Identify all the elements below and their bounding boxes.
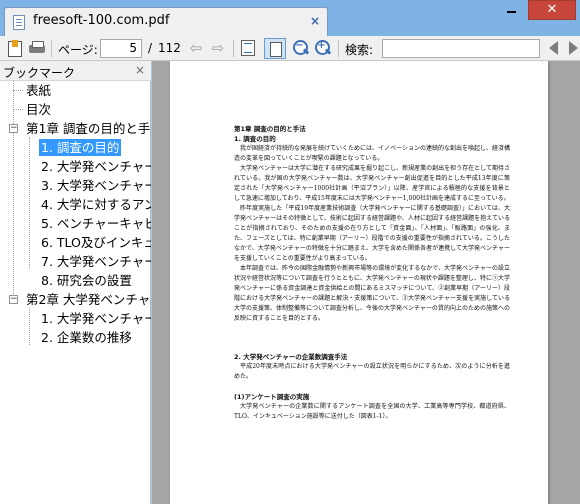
tree-connector — [13, 109, 23, 110]
page-separator: / — [148, 41, 153, 55]
minimize-button[interactable] — [499, 0, 524, 20]
toolbar-separator — [51, 40, 52, 57]
total-pages: 112 — [158, 41, 181, 55]
paragraph: 平成20年度末時点における大学発ベンチャーの設立状況を明らかにするため、次のよう… — [234, 363, 510, 380]
document-view[interactable]: 第1章 調査の目的と手法 1. 調査の目的 我が国経済が持続的な発展を続けていく… — [152, 61, 580, 504]
bookmark-panel-title: ブックマーク — [3, 66, 76, 80]
toolbar-separator — [338, 40, 339, 57]
bookmark-item[interactable]: 5. ベンチャーキャピタ — [39, 215, 151, 234]
page-content: 第1章 調査の目的と手法 1. 調査の目的 我が国経済が持続的な発展を続けていく… — [234, 124, 510, 422]
paragraph: 我が国経済が持続的な発展を続けていくためには、イノベーションの連続的な創出を喚起… — [234, 145, 510, 162]
search-label: 検索: — [345, 43, 374, 57]
bookmark-panel: ブックマーク × − − 表紙 目次 第1章 調査の目的と手法 1. 調査の目的… — [0, 61, 151, 504]
bookmark-tree: − − 表紙 目次 第1章 調査の目的と手法 1. 調査の目的 2. 大学発ベン… — [0, 81, 151, 504]
bookmark-panel-close-icon[interactable]: × — [135, 63, 145, 77]
tree-connector — [29, 308, 30, 345]
pdf-document-icon — [13, 15, 25, 30]
paragraph: 大学発ベンチャーの企業数に関するアンケート調査を全国の大学、工業高等専門学校、都… — [234, 403, 510, 420]
document-tab[interactable]: freesoft-100.com.pdf × — [4, 7, 328, 36]
page-number-input[interactable]: 5 — [100, 39, 142, 58]
toolbar: ページ: 5 / 112 ⇦ ⇨ − + 検索: — [0, 36, 580, 61]
search-previous-icon[interactable] — [549, 41, 558, 55]
fit-page-icon[interactable] — [241, 40, 255, 56]
bookmark-item[interactable]: 3. 大学発ベンチャーに — [39, 177, 151, 196]
page-label: ページ: — [58, 43, 98, 57]
tab-close-icon[interactable]: × — [308, 14, 322, 28]
title-bar: freesoft-100.com.pdf × ✕ — [0, 0, 580, 36]
bookmark-item[interactable]: 7. 大学発ベンチャー2 — [39, 253, 151, 272]
tree-connector — [13, 90, 23, 91]
search-next-icon[interactable] — [569, 41, 578, 55]
tree-connector — [29, 137, 30, 269]
bookmark-item[interactable]: 6. TLO及びインキュ — [39, 234, 151, 253]
toolbar-separator — [233, 40, 234, 57]
subsection-heading: (1)アンケート調査の実施 — [234, 393, 310, 401]
bookmark-item[interactable]: 4. 大学に対するアン — [39, 196, 151, 215]
next-page-icon[interactable]: ⇨ — [209, 40, 227, 56]
bookmark-panel-header: ブックマーク × — [0, 61, 151, 81]
tab-title: freesoft-100.com.pdf — [33, 13, 170, 28]
section-heading: 1. 調査の目的 — [234, 135, 276, 143]
bookmark-item[interactable]: 表紙 — [24, 82, 53, 101]
paragraph: 大学発ベンチャーは大学に潜在する研究成果を掘り起こし、新規産業の創出を担う存在と… — [234, 165, 510, 202]
bookmark-item[interactable]: 8. 研究会の設置 — [39, 272, 134, 291]
search-input[interactable] — [382, 39, 540, 58]
paragraph: 昨年度実施した「平成19年度産業技術調査（大学発ベンチャーに関する基礎調査）」に… — [234, 205, 510, 262]
bookmark-item-selected[interactable]: 1. 調査の目的 — [39, 139, 122, 158]
print-icon[interactable] — [28, 39, 46, 57]
expand-collapse-icon[interactable]: − — [9, 295, 18, 304]
section-heading: 2. 大学発ベンチャーの企業数調査手法 — [234, 353, 348, 361]
expand-collapse-icon[interactable]: − — [9, 124, 18, 133]
tree-connector — [13, 81, 14, 296]
chapter-heading: 第1章 調査の目的と手法 — [234, 125, 306, 133]
bookmark-item[interactable]: 2. 大学発ベンチャーの — [39, 158, 151, 177]
pdf-page: 第1章 調査の目的と手法 1. 調査の目的 我が国経済が持続的な発展を続けていく… — [170, 61, 548, 504]
bookmark-item[interactable]: 1. 大学発ベンチャーの — [39, 310, 151, 329]
zoom-in-icon[interactable]: + — [314, 39, 332, 57]
window-close-button[interactable]: ✕ — [528, 0, 576, 20]
bookmark-item[interactable]: 目次 — [24, 101, 53, 120]
bookmarks-panel-icon[interactable] — [6, 39, 24, 57]
zoom-out-icon[interactable]: − — [292, 39, 310, 57]
close-icon: ✕ — [546, 2, 558, 17]
bookmark-item[interactable]: 第1章 調査の目的と手法 — [24, 120, 151, 139]
paragraph: 本年調査では、昨今の国際金融情勢や新興市場等の環境が変化するなかで、大学発ベンチ… — [234, 265, 510, 322]
bookmark-item[interactable]: 第2章 大学発ベンチャーの — [24, 291, 151, 310]
previous-page-icon[interactable]: ⇦ — [187, 40, 205, 56]
bookmark-item[interactable]: 2. 企業数の推移 — [39, 329, 134, 348]
fit-width-icon[interactable] — [264, 38, 286, 59]
